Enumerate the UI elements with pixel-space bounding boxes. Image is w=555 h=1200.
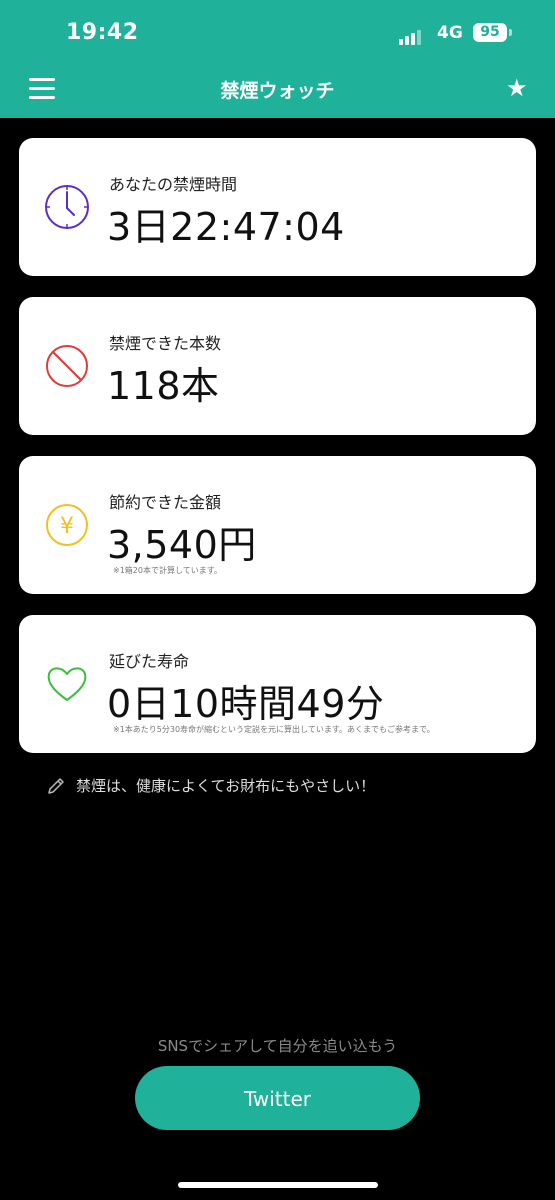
- share-prompt: SNSでシェアして自分を追い込もう: [157, 1037, 398, 1055]
- heart-icon: [47, 667, 87, 701]
- cigarettes-avoided-card: 禁煙できた本数 118本: [19, 297, 536, 435]
- card-label: 延びた寿命: [109, 652, 190, 671]
- signal-icon: [399, 26, 423, 45]
- card-value: 3日22:47:04: [107, 205, 345, 249]
- card-label: 禁煙できた本数: [109, 334, 222, 353]
- star-icon[interactable]: ★: [506, 76, 528, 100]
- life-extended-card: 延びた寿命 0日10時間49分 ※1本あたり5分30寿命が縮むという定説を元に算…: [19, 615, 536, 753]
- no-smoking-icon: [46, 345, 88, 387]
- smoke-free-time-card: あなたの禁煙時間 3日22:47:04: [19, 138, 536, 276]
- status-time: 19:42: [66, 20, 139, 45]
- twitter-share-button[interactable]: Twitter: [135, 1066, 420, 1130]
- tip-message: 禁煙は、健康によくてお財布にもやさしい！: [46, 775, 375, 796]
- tip-text: 禁煙は、健康によくてお財布にもやさしい！: [76, 777, 376, 795]
- nav-bar: 禁煙ウォッチ ★: [0, 62, 555, 118]
- card-label: あなたの禁煙時間: [109, 175, 238, 194]
- svg-text:¥: ¥: [60, 514, 74, 539]
- money-saved-card: ¥ 節約できた金額 3,540円 ※1箱20本で計算しています。: [19, 456, 536, 594]
- battery-icon: 95: [473, 23, 507, 42]
- status-bar: 19:42 4G 95: [0, 0, 555, 62]
- card-label: 節約できた金額: [109, 493, 222, 512]
- card-note: ※1箱20本で計算しています。: [113, 566, 222, 575]
- network-type: 4G: [437, 23, 463, 43]
- page-title: 禁煙ウォッチ: [220, 80, 335, 102]
- battery-tip: [509, 29, 512, 36]
- clock-icon: [45, 185, 89, 229]
- yen-coin-icon: ¥: [46, 504, 88, 546]
- pencil-icon: [48, 777, 64, 794]
- card-value: 0日10時間49分: [107, 682, 385, 726]
- home-indicator: [178, 1182, 378, 1188]
- card-note: ※1本あたり5分30寿命が縮むという定説を元に算出しています。あくまでもご参考ま…: [113, 725, 435, 734]
- card-value: 3,540円: [107, 523, 257, 567]
- card-value: 118本: [107, 364, 220, 408]
